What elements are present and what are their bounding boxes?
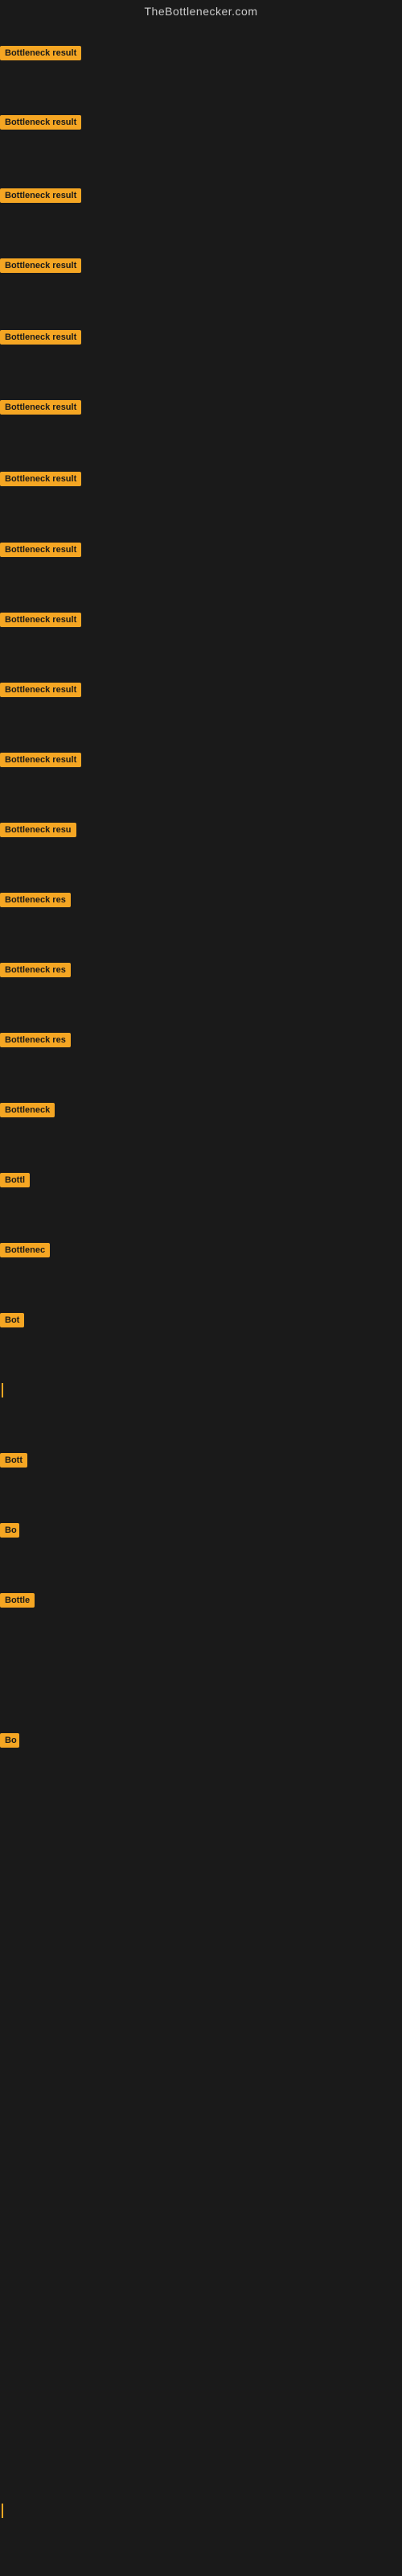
bottleneck-result-block-23: Bottle — [0, 1593, 35, 1612]
bottleneck-result-block-19: Bot — [0, 1313, 24, 1331]
bottleneck-badge-4[interactable]: Bottleneck result — [0, 258, 81, 273]
bottleneck-badge-7[interactable]: Bottleneck result — [0, 472, 81, 486]
bottleneck-badge-19[interactable]: Bot — [0, 1313, 24, 1327]
bottleneck-badge-13[interactable]: Bottleneck res — [0, 893, 71, 907]
bottleneck-result-block-7: Bottleneck result — [0, 472, 81, 490]
bottleneck-result-block-8: Bottleneck result — [0, 543, 81, 561]
bottleneck-result-block-14: Bottleneck res — [0, 963, 71, 981]
bottleneck-badge-9[interactable]: Bottleneck result — [0, 613, 81, 627]
bottleneck-result-block-1: Bottleneck result — [0, 46, 81, 64]
bottleneck-badge-2[interactable]: Bottleneck result — [0, 115, 81, 130]
bottleneck-badge-25[interactable]: Bo — [0, 1733, 19, 1748]
bottleneck-result-block-13: Bottleneck res — [0, 893, 71, 911]
bottleneck-badge-5[interactable]: Bottleneck result — [0, 330, 81, 345]
bottleneck-badge-10[interactable]: Bottleneck result — [0, 683, 81, 697]
bottleneck-result-block-12: Bottleneck resu — [0, 823, 76, 841]
bottleneck-result-block-9: Bottleneck result — [0, 613, 81, 631]
bottleneck-badge-21[interactable]: Bott — [0, 1453, 27, 1468]
bottleneck-badge-1[interactable]: Bottleneck result — [0, 46, 81, 60]
bottleneck-badge-22[interactable]: Bo — [0, 1523, 19, 1538]
bottleneck-result-block-5: Bottleneck result — [0, 330, 81, 349]
bottleneck-result-block-18: Bottlenec — [0, 1243, 50, 1261]
cursor-indicator — [2, 2504, 3, 2518]
bottleneck-badge-18[interactable]: Bottlenec — [0, 1243, 50, 1257]
bottleneck-result-block-15: Bottleneck res — [0, 1033, 71, 1051]
bottleneck-result-block-4: Bottleneck result — [0, 258, 81, 277]
bottleneck-badge-3[interactable]: Bottleneck result — [0, 188, 81, 203]
bottleneck-badge-23[interactable]: Bottle — [0, 1593, 35, 1608]
bottleneck-badge-17[interactable]: Bottl — [0, 1173, 30, 1187]
cursor-indicator — [2, 1383, 3, 1397]
bottleneck-badge-14[interactable]: Bottleneck res — [0, 963, 71, 977]
bottleneck-result-block-22: Bo — [0, 1523, 19, 1542]
bottleneck-badge-16[interactable]: Bottleneck — [0, 1103, 55, 1117]
bottleneck-result-block-10: Bottleneck result — [0, 683, 81, 701]
site-title: TheBottlenecker.com — [0, 0, 402, 23]
bottleneck-badge-12[interactable]: Bottleneck resu — [0, 823, 76, 837]
bottleneck-result-block-2: Bottleneck result — [0, 115, 81, 134]
bottleneck-result-block-17: Bottl — [0, 1173, 30, 1191]
bottleneck-badge-11[interactable]: Bottleneck result — [0, 753, 81, 767]
bottleneck-badge-6[interactable]: Bottleneck result — [0, 400, 81, 415]
bottleneck-badge-15[interactable]: Bottleneck res — [0, 1033, 71, 1047]
bottleneck-badge-8[interactable]: Bottleneck result — [0, 543, 81, 557]
bottleneck-result-block-16: Bottleneck — [0, 1103, 55, 1121]
bottleneck-result-block-11: Bottleneck result — [0, 753, 81, 771]
bottleneck-result-block-21: Bott — [0, 1453, 27, 1472]
bottleneck-result-block-3: Bottleneck result — [0, 188, 81, 207]
bottleneck-result-block-6: Bottleneck result — [0, 400, 81, 419]
bottleneck-result-block-25: Bo — [0, 1733, 19, 1752]
